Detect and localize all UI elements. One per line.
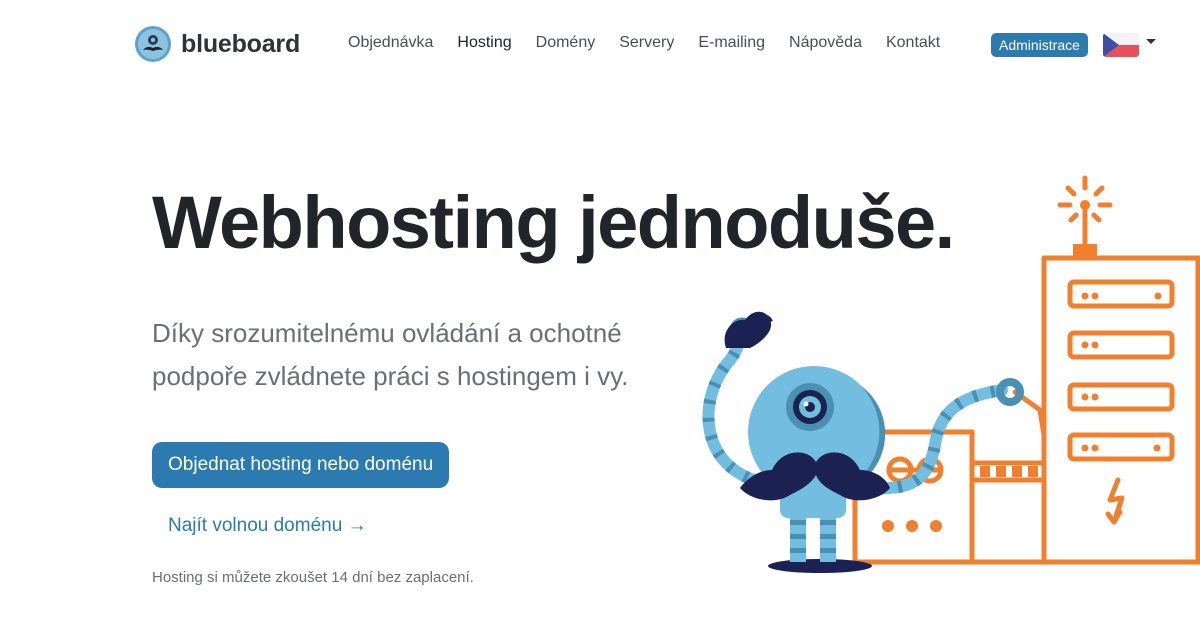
- chevron-down-icon: [1146, 38, 1156, 44]
- navbar: blueboard Objednávka Hosting Domény Serv…: [0, 0, 1200, 88]
- main-nav: Objednávka Hosting Domény Servery E-mail…: [348, 34, 964, 52]
- nav-item-kontakt[interactable]: Kontakt: [886, 34, 940, 52]
- brand-home-link[interactable]: blueboard: [135, 26, 300, 62]
- robot-server-illustration: [702, 175, 1200, 573]
- trial-note: Hosting si můžete zkoušet 14 dní bez zap…: [152, 569, 474, 586]
- administrace-button[interactable]: Administrace: [991, 33, 1088, 57]
- language-selector[interactable]: [1103, 33, 1156, 57]
- nav-item-napoveda[interactable]: Nápověda: [789, 34, 862, 52]
- czech-flag-icon: [1103, 33, 1139, 57]
- nav-item-e-mailing[interactable]: E-mailing: [698, 34, 765, 52]
- mustache-robot-logo-icon: [135, 26, 171, 62]
- brand-name: blueboard: [181, 29, 301, 58]
- nav-item-hosting[interactable]: Hosting: [457, 34, 511, 52]
- server-rack-illustration: [852, 175, 1200, 565]
- nav-item-domeny[interactable]: Domény: [536, 34, 596, 52]
- hero-lead: Díky srozumitelnému ovládání a ochotné p…: [152, 318, 629, 391]
- order-hosting-button[interactable]: Objednat hosting nebo doménu: [152, 442, 450, 488]
- find-domain-link[interactable]: Najít volnou doménu →: [168, 515, 367, 537]
- nav-item-objednavka[interactable]: Objednávka: [348, 34, 433, 52]
- find-domain-label: Najít volnou doménu: [168, 515, 343, 536]
- arrow-right-icon: →: [347, 515, 367, 536]
- nav-item-servery[interactable]: Servery: [619, 34, 674, 52]
